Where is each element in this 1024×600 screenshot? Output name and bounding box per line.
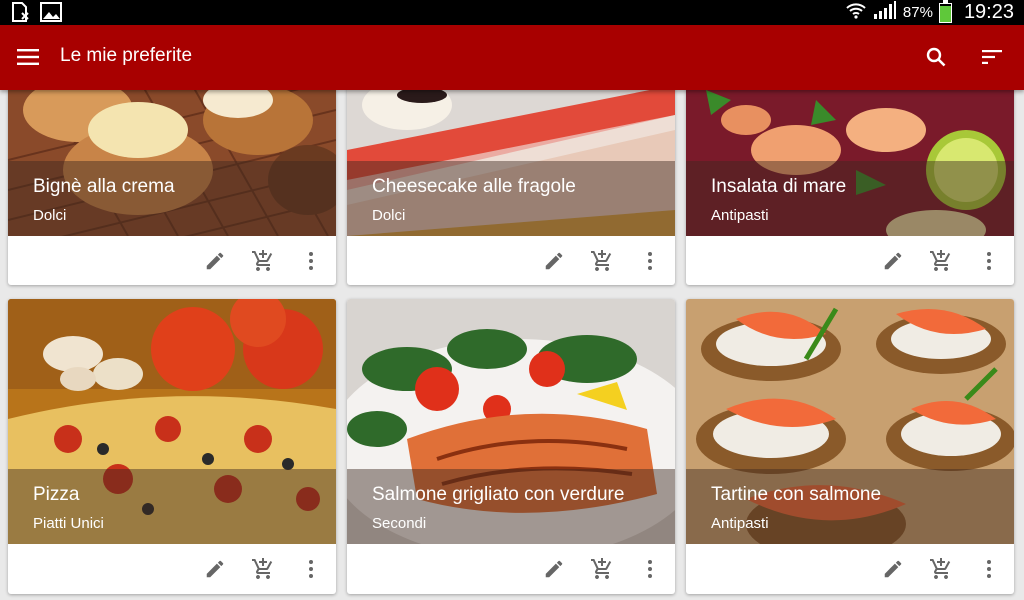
app-toolbar: Le mie preferite: [0, 25, 1024, 90]
more-vert-icon[interactable]: [636, 247, 664, 275]
add-to-cart-icon[interactable]: [588, 555, 616, 583]
recipe-category: Dolci: [372, 207, 406, 224]
edit-icon[interactable]: [879, 555, 907, 583]
add-to-cart-icon[interactable]: [249, 247, 277, 275]
recipe-category: Dolci: [33, 207, 67, 224]
recipe-category: Antipasti: [711, 515, 769, 532]
recipe-name: Salmone grigliato con verdure: [372, 484, 625, 505]
edit-icon[interactable]: [879, 247, 907, 275]
recipe-card[interactable]: Insalata di mare Antipasti: [686, 60, 1014, 285]
add-to-cart-icon[interactable]: [249, 555, 277, 583]
recipe-grid[interactable]: Bignè alla crema Dolci Cheesecake alle f…: [0, 0, 1024, 600]
title-overlay: [686, 161, 1014, 236]
edit-icon[interactable]: [201, 555, 229, 583]
recipe-category: Piatti Unici: [33, 515, 104, 532]
title-overlay: [8, 161, 336, 236]
recipe-name: Pizza: [33, 484, 80, 505]
recipe-name: Tartine con salmone: [711, 484, 882, 505]
search-icon[interactable]: [920, 41, 952, 73]
menu-icon[interactable]: [12, 41, 44, 73]
more-vert-icon[interactable]: [975, 247, 1003, 275]
recipe-card[interactable]: Salmone grigliato con verdure Secondi: [347, 299, 675, 594]
recipe-name: Cheesecake alle fragole: [372, 176, 576, 197]
recipe-card[interactable]: Bignè alla crema Dolci: [8, 60, 336, 285]
recipe-card[interactable]: Tartine con salmone Antipasti: [686, 299, 1014, 594]
add-to-cart-icon[interactable]: [927, 555, 955, 583]
more-vert-icon[interactable]: [297, 247, 325, 275]
sort-icon[interactable]: [976, 41, 1008, 73]
recipe-card[interactable]: Pizza Piatti Unici: [8, 299, 336, 594]
recipe-card[interactable]: Cheesecake alle fragole Dolci: [347, 60, 675, 285]
recipe-name: Bignè alla crema: [33, 176, 175, 197]
more-vert-icon[interactable]: [636, 555, 664, 583]
page-title: Le mie preferite: [60, 45, 193, 66]
recipe-category: Antipasti: [711, 207, 769, 224]
title-overlay: [8, 469, 336, 544]
recipe-category: Secondi: [372, 515, 427, 532]
edit-icon[interactable]: [540, 555, 568, 583]
title-overlay: [347, 161, 675, 236]
more-vert-icon[interactable]: [975, 555, 1003, 583]
title-overlay: [347, 469, 675, 544]
add-to-cart-icon[interactable]: [588, 247, 616, 275]
add-to-cart-icon[interactable]: [927, 247, 955, 275]
edit-icon[interactable]: [201, 247, 229, 275]
title-overlay: [686, 469, 1014, 544]
recipe-name: Insalata di mare: [711, 176, 847, 197]
more-vert-icon[interactable]: [297, 555, 325, 583]
edit-icon[interactable]: [540, 247, 568, 275]
